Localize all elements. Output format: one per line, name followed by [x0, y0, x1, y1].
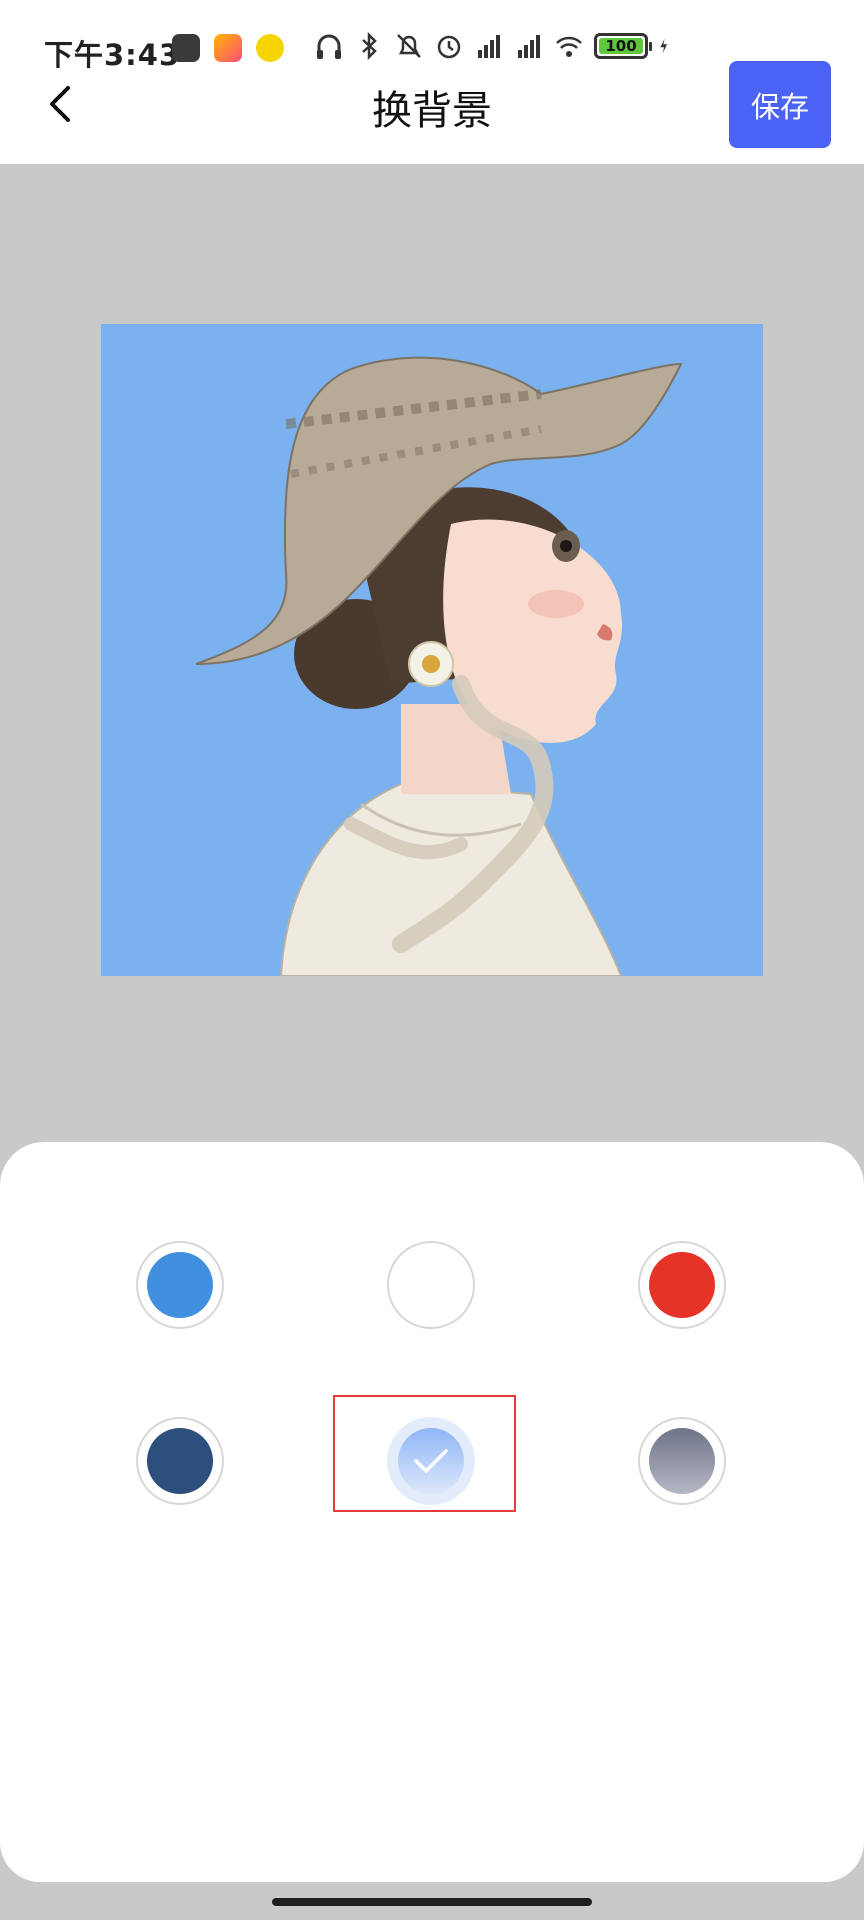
color-dot — [398, 1252, 464, 1318]
wifi-icon — [556, 36, 582, 57]
headphones-icon — [317, 34, 341, 59]
color-option-blue[interactable] — [136, 1241, 224, 1329]
alarm-icon — [437, 35, 461, 59]
save-button[interactable]: 保存 — [729, 61, 831, 148]
color-dot — [649, 1252, 715, 1318]
bluetooth-icon — [362, 31, 377, 61]
color-dot — [649, 1428, 715, 1494]
color-option-red[interactable] — [638, 1241, 726, 1329]
color-option-gray-gradient[interactable] — [638, 1417, 726, 1505]
home-indicator — [272, 1898, 592, 1906]
app-icon-3 — [256, 34, 284, 62]
app-icon-1 — [172, 34, 200, 62]
signal-hd-icon — [478, 35, 500, 58]
notification-icons — [172, 34, 284, 62]
selection-highlight — [333, 1395, 516, 1512]
battery-level: 100 — [599, 38, 643, 54]
battery-icon: 100 — [594, 33, 652, 59]
system-icons: 100 — [314, 30, 676, 62]
color-dot — [147, 1428, 213, 1494]
app-icon-2 — [214, 34, 242, 62]
portrait-illustration — [195, 356, 683, 976]
color-dot — [147, 1252, 213, 1318]
mute-bell-icon — [397, 34, 421, 58]
signal-hd-icon — [518, 35, 540, 58]
photo-preview — [101, 324, 763, 976]
charging-icon — [660, 38, 667, 54]
color-option-white[interactable] — [387, 1241, 475, 1329]
status-time: 下午3:43 — [44, 38, 181, 72]
color-option-navy[interactable] — [136, 1417, 224, 1505]
